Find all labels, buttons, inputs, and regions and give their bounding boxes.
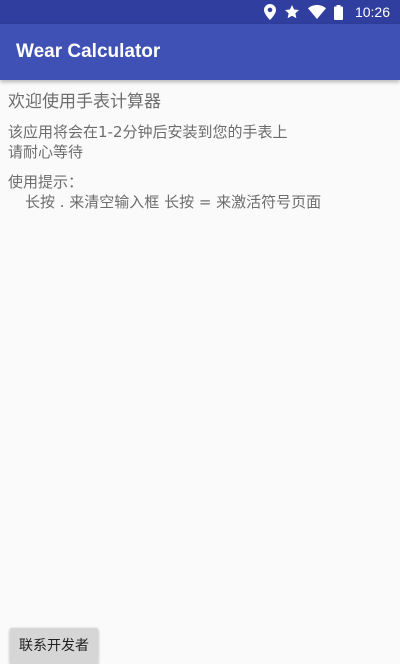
app-bar: Wear Calculator	[0, 24, 400, 80]
location-icon	[263, 4, 276, 20]
main-content: 欢迎使用手表计算器 该应用将会在1-2分钟后安装到您的手表上 请耐心等待 使用提…	[8, 88, 392, 212]
star-icon	[284, 4, 300, 20]
status-bar: 10:26	[0, 0, 400, 24]
install-notice: 该应用将会在1-2分钟后安装到您的手表上 请耐心等待	[8, 122, 392, 162]
status-time: 10:26	[354, 4, 390, 20]
install-notice-line-2: 请耐心等待	[8, 143, 84, 161]
status-icons: 10:26	[263, 4, 390, 20]
tips-body: 长按 . 来清空输入框 长按 = 来激活符号页面	[25, 193, 322, 211]
app-title: Wear Calculator	[16, 41, 161, 62]
battery-icon	[333, 4, 343, 20]
tips-title: 使用提示：	[8, 173, 84, 191]
wifi-icon	[307, 5, 326, 19]
contact-developer-button[interactable]: 联系开发者	[10, 628, 98, 664]
install-notice-line-1: 该应用将会在1-2分钟后安装到您的手表上	[8, 123, 288, 141]
welcome-text: 欢迎使用手表计算器	[8, 92, 161, 112]
